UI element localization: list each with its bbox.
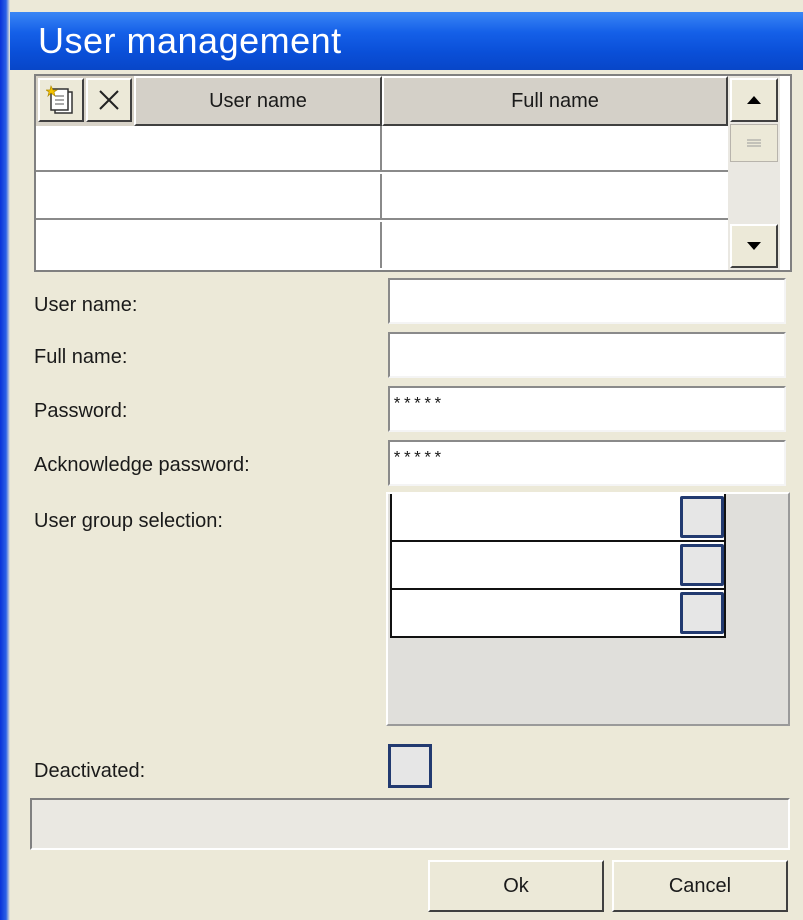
- group-item[interactable]: [390, 542, 726, 590]
- new-user-button[interactable]: [38, 78, 84, 122]
- user-management-window: User management User name Full name User…: [0, 0, 803, 920]
- grip-lines-icon: [747, 139, 761, 147]
- table-row[interactable]: [36, 174, 728, 220]
- column-header-user-name[interactable]: User name: [134, 76, 382, 126]
- cancel-button[interactable]: Cancel: [612, 860, 788, 912]
- group-item[interactable]: [390, 494, 726, 542]
- group-checkbox[interactable]: [680, 592, 724, 634]
- user-grid: User name Full name: [34, 74, 792, 272]
- group-item[interactable]: [390, 590, 726, 638]
- window-title: User management: [38, 20, 342, 61]
- status-bar: [30, 798, 790, 850]
- cell-separator: [380, 222, 382, 268]
- grid-header: User name Full name: [36, 76, 728, 126]
- arrow-up-icon: [747, 96, 761, 104]
- user-group-list: [386, 492, 790, 726]
- group-checkbox[interactable]: [680, 496, 724, 538]
- dialog-content: User name Full name User name: Full name…: [10, 70, 803, 920]
- full-name-field[interactable]: [388, 332, 786, 378]
- window-left-border: [0, 0, 10, 920]
- scroll-thumb[interactable]: [730, 124, 778, 162]
- scroll-up-button[interactable]: [730, 78, 778, 122]
- cell-separator: [380, 174, 382, 218]
- deactivated-label: Deactivated:: [34, 760, 146, 782]
- title-bar[interactable]: User management: [10, 12, 803, 70]
- delete-x-icon: [99, 90, 119, 110]
- ok-button[interactable]: Ok: [428, 860, 604, 912]
- delete-user-button[interactable]: [86, 78, 132, 122]
- acknowledge-password-field[interactable]: *****: [388, 440, 786, 486]
- scroll-down-button[interactable]: [730, 224, 778, 268]
- user-group-selection-label: User group selection:: [34, 510, 223, 532]
- arrow-down-icon: [747, 242, 761, 250]
- group-checkbox[interactable]: [680, 544, 724, 586]
- user-name-field[interactable]: [388, 278, 786, 324]
- new-document-icon: [46, 84, 73, 114]
- grid-scrollbar[interactable]: [728, 76, 780, 270]
- table-row[interactable]: [36, 126, 728, 172]
- table-row[interactable]: [36, 222, 728, 268]
- acknowledge-password-label: Acknowledge password:: [34, 454, 250, 476]
- user-name-label: User name:: [34, 294, 138, 316]
- cell-separator: [380, 126, 382, 170]
- password-field[interactable]: *****: [388, 386, 786, 432]
- full-name-label: Full name:: [34, 346, 128, 368]
- column-header-full-name[interactable]: Full name: [382, 76, 728, 126]
- password-label: Password:: [34, 400, 128, 422]
- deactivated-checkbox[interactable]: [388, 744, 432, 788]
